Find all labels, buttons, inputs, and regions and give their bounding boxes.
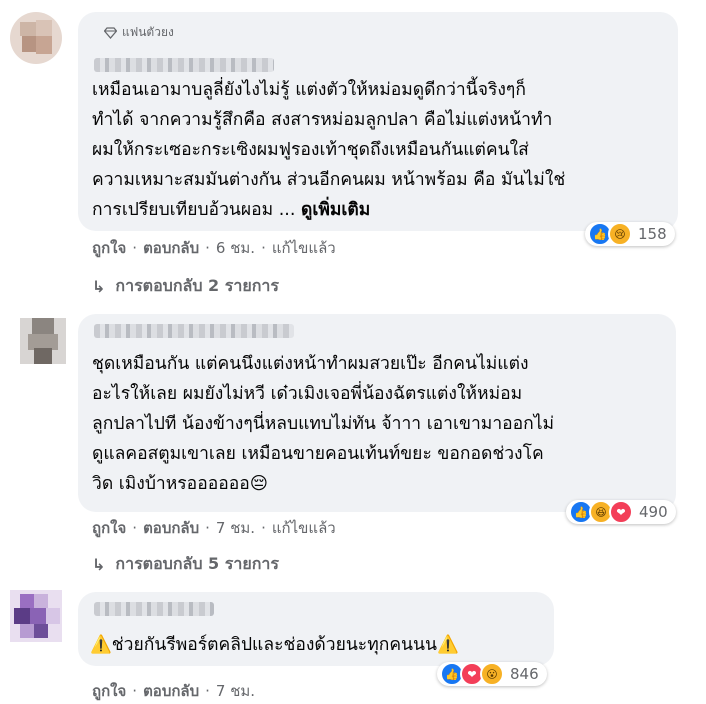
reply-arrow-icon: ↳ [92, 277, 106, 296]
reaction-summary[interactable]: 👍 ❤ 😮 846 [437, 662, 547, 686]
separator: · [132, 239, 138, 257]
avatar[interactable] [10, 590, 62, 642]
replies-label: การตอบกลับ 2 รายการ [115, 276, 279, 295]
commenter-name[interactable] [94, 324, 294, 338]
top-fan-badge: แฟนตัวยง [104, 23, 174, 42]
timestamp[interactable]: 6 ชม. [216, 236, 255, 260]
badge-label: แฟนตัวยง [122, 25, 174, 39]
timestamp[interactable]: 7 ชม. [216, 679, 255, 703]
separator: · [132, 682, 138, 700]
comment-actions: ถูกใจ · ตอบกลับ · 7 ชม. [92, 679, 255, 703]
wow-reaction-icon: 😮 [480, 662, 504, 686]
separator: · [132, 519, 138, 537]
reply-arrow-icon: ↳ [92, 555, 106, 574]
avatar[interactable] [20, 318, 66, 364]
commenter-name[interactable] [94, 58, 274, 72]
warning-icon: ⚠️ [436, 635, 459, 655]
comment-text: เหมือนเอามาบลูลี่ยังไงไม่รู้ แต่งตัวให้ห… [92, 80, 566, 220]
reaction-count: 158 [638, 225, 667, 243]
comment-actions: ถูกใจ · ตอบกลับ · 6 ชม. · แก้ไขแล้ว [92, 236, 336, 260]
edited-label: แก้ไขแล้ว [271, 239, 336, 257]
reply-button[interactable]: ตอบกลับ [143, 516, 199, 540]
reaction-summary[interactable]: 👍 😆 ❤ 490 [566, 500, 676, 524]
separator: · [205, 519, 210, 537]
replies-label: การตอบกลับ 5 รายการ [115, 554, 279, 573]
like-button[interactable]: ถูกใจ [92, 236, 126, 260]
reply-button[interactable]: ตอบกลับ [143, 236, 199, 260]
see-more-link[interactable]: ดูเพิ่มเติม [301, 200, 370, 220]
reaction-count: 846 [510, 665, 539, 683]
comment-text: ชุดเหมือนกัน แต่คนนึงแต่งหน้าทำผมสวยเป๊ะ… [92, 354, 555, 494]
diamond-icon [104, 26, 117, 39]
comment-text: ⚠️ช่วยกันรีพอร์ตคลิปและช่องด้วยนะทุกคนนน… [90, 635, 459, 655]
separator: · [205, 239, 210, 257]
separator: · [205, 682, 210, 700]
love-reaction-icon: ❤ [609, 500, 633, 524]
reply-button[interactable]: ตอบกลับ [143, 679, 199, 703]
warning-icon: ⚠️ [90, 635, 112, 655]
separator: · [261, 519, 266, 537]
separator: · [261, 239, 266, 257]
comment-actions: ถูกใจ · ตอบกลับ · 7 ชม. · แก้ไขแล้ว [92, 516, 336, 540]
view-replies-link[interactable]: ↳ การตอบกลับ 2 รายการ [92, 274, 279, 299]
reaction-summary[interactable]: 👍 😢 158 [585, 222, 675, 246]
like-button[interactable]: ถูกใจ [92, 679, 126, 703]
avatar[interactable] [10, 12, 62, 64]
reaction-count: 490 [639, 503, 668, 521]
commenter-name[interactable] [94, 602, 214, 616]
sad-reaction-icon: 😢 [608, 222, 632, 246]
edited-label: แก้ไขแล้ว [271, 519, 336, 537]
view-replies-link[interactable]: ↳ การตอบกลับ 5 รายการ [92, 552, 279, 577]
timestamp[interactable]: 7 ชม. [216, 516, 255, 540]
like-button[interactable]: ถูกใจ [92, 516, 126, 540]
